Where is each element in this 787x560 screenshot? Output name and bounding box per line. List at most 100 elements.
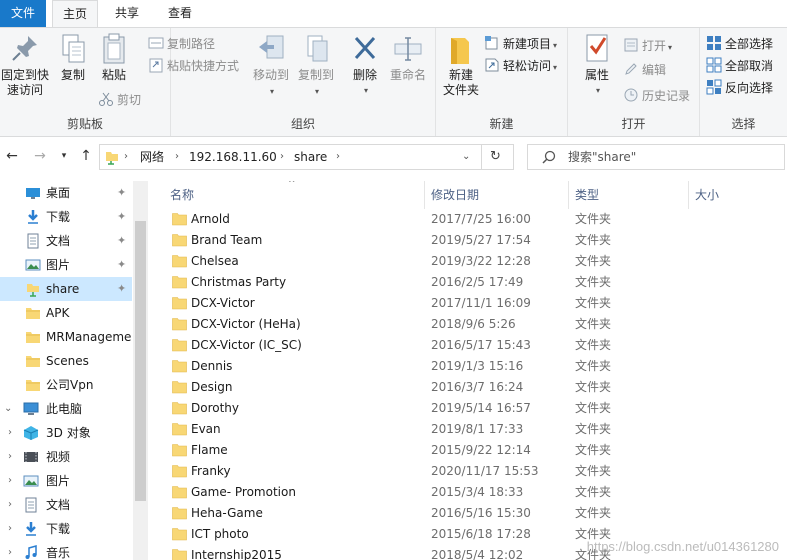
open-button[interactable]: 打开 ▾ xyxy=(623,36,672,56)
tab-view[interactable]: 查看 xyxy=(157,0,203,27)
ribbon-tab-bar: 文件 主页 共享 查看 xyxy=(0,0,787,28)
nav-item[interactable]: ⌄ 此电脑 xyxy=(0,397,132,421)
new-group-label: 新建 xyxy=(489,117,514,131)
address-bar[interactable]: › 网络 › 192.168.11.60 › share › ⌄ ↻ xyxy=(99,144,514,170)
breadcrumb-network[interactable]: 网络 xyxy=(140,145,164,169)
recent-locations-button[interactable]: ▾ xyxy=(54,146,74,166)
table-row[interactable]: Franky 2020/11/17 15:53 文件夹 xyxy=(152,461,787,482)
tree-collapsed-chevron-icon[interactable]: › xyxy=(8,517,12,541)
tree-expanded-chevron-icon[interactable]: ⌄ xyxy=(4,397,12,421)
copy-to-label: 复制到 xyxy=(297,68,334,82)
breadcrumb-host[interactable]: 192.168.11.60 xyxy=(189,145,277,169)
file-name: Dorothy xyxy=(191,401,240,415)
file-modified-date: 2016/5/17 15:43 xyxy=(431,338,531,352)
tree-collapsed-chevron-icon[interactable]: › xyxy=(8,493,12,517)
search-icon xyxy=(542,150,556,164)
tree-collapsed-chevron-icon[interactable]: › xyxy=(8,469,12,493)
nav-item[interactable]: 文档 ✦ xyxy=(0,229,132,253)
address-history-chevron-icon[interactable]: ⌄ xyxy=(462,145,470,169)
properties-button[interactable]: 属性 ▾ xyxy=(576,32,618,98)
nav-item[interactable]: share ✦ xyxy=(0,277,132,301)
cut-button[interactable]: 剪切 xyxy=(98,90,141,110)
edit-button[interactable]: 编辑 xyxy=(623,60,666,80)
nav-item[interactable]: 桌面 ✦ xyxy=(0,181,132,205)
rename-button[interactable]: 重命名 xyxy=(386,32,430,83)
scrollbar-thumb[interactable] xyxy=(135,221,146,501)
up-button[interactable]: ↑ xyxy=(76,146,96,166)
table-row[interactable]: Dennis 2019/1/3 15:16 文件夹 xyxy=(152,356,787,377)
nav-item[interactable]: › 图片 xyxy=(0,469,132,493)
column-header-type[interactable]: 类型 xyxy=(569,181,689,209)
nav-item[interactable]: APK xyxy=(0,301,132,325)
table-row[interactable]: Chelsea 2019/3/22 12:28 文件夹 xyxy=(152,251,787,272)
forward-button[interactable]: → xyxy=(30,146,50,166)
file-name: Flame xyxy=(191,443,228,457)
easy-access-button[interactable]: 轻松访问 ▾ xyxy=(484,56,557,76)
file-modified-date: 2019/1/3 15:16 xyxy=(431,359,524,373)
table-row[interactable]: Brand Team 2019/5/27 17:54 文件夹 xyxy=(152,230,787,251)
table-row[interactable]: DCX-Victor 2017/11/1 16:09 文件夹 xyxy=(152,293,787,314)
tree-collapsed-chevron-icon[interactable]: › xyxy=(8,541,12,560)
table-row[interactable]: Dorothy 2019/5/14 16:57 文件夹 xyxy=(152,398,787,419)
breadcrumb-share[interactable]: share xyxy=(294,145,327,169)
nav-item[interactable]: MRManageme xyxy=(0,325,132,349)
file-modified-date: 2015/3/4 18:33 xyxy=(431,485,524,499)
tab-home[interactable]: 主页 xyxy=(52,0,98,28)
select-all-button[interactable]: 全部选择 xyxy=(706,34,773,54)
column-header-name[interactable]: 名称 xyxy=(164,181,425,209)
nav-item[interactable]: › 文档 xyxy=(0,493,132,517)
table-row[interactable]: Design 2016/3/7 16:24 文件夹 xyxy=(152,377,787,398)
download-arrow-icon xyxy=(26,522,36,536)
back-button[interactable]: ← xyxy=(2,146,22,166)
table-row[interactable]: Game- Promotion 2015/3/4 18:33 文件夹 xyxy=(152,482,787,503)
nav-item[interactable]: › 下载 xyxy=(0,517,132,541)
tree-collapsed-chevron-icon[interactable]: › xyxy=(8,421,12,445)
invert-selection-button[interactable]: 反向选择 xyxy=(706,78,773,98)
file-modified-date: 2016/3/7 16:24 xyxy=(431,380,524,394)
desktop-icon xyxy=(26,188,40,199)
nav-item-label: share xyxy=(46,282,80,296)
new-item-button[interactable]: 新建项目 ▾ xyxy=(484,34,557,54)
navigation-pane-scrollbar[interactable] xyxy=(133,181,148,560)
column-header-date[interactable]: 修改日期 xyxy=(425,181,569,209)
table-row[interactable]: Arnold 2017/7/25 16:00 文件夹 xyxy=(152,209,787,230)
move-to-button[interactable]: 移动到 ▾ xyxy=(251,32,291,99)
column-header-size[interactable]: 大小 xyxy=(689,181,787,209)
tab-file[interactable]: 文件 xyxy=(0,0,46,27)
file-type: 文件夹 xyxy=(575,254,612,268)
delete-button[interactable]: 删除 ▾ xyxy=(348,32,382,98)
new-folder-button[interactable]: 新建 文件夹 xyxy=(440,32,482,98)
properties-label: 属性 xyxy=(584,68,609,82)
copy-button[interactable]: 复制 xyxy=(53,32,93,83)
tab-share[interactable]: 共享 xyxy=(104,0,150,27)
file-name: DCX-Victor (IC_SC) xyxy=(191,338,302,352)
copy-to-button[interactable]: 复制到 ▾ xyxy=(295,32,337,99)
file-name: Evan xyxy=(191,422,221,436)
table-row[interactable]: Christmas Party 2016/2/5 17:49 文件夹 xyxy=(152,272,787,293)
nav-item[interactable]: › 视频 xyxy=(0,445,132,469)
tree-collapsed-chevron-icon[interactable]: › xyxy=(8,445,12,469)
pin-to-quick-access-button[interactable]: 固定到快 速访问 xyxy=(0,32,50,98)
history-button[interactable]: 历史记录 xyxy=(623,86,690,106)
table-row[interactable]: DCX-Victor (HeHa) 2018/9/6 5:26 文件夹 xyxy=(152,314,787,335)
select-group: 全部选择 全部取消 反向选择 选择 xyxy=(700,28,787,136)
table-row[interactable]: Evan 2019/8/1 17:33 文件夹 xyxy=(152,419,787,440)
paste-shortcut-icon xyxy=(149,58,163,73)
table-row[interactable]: Flame 2015/9/22 12:14 文件夹 xyxy=(152,440,787,461)
pin-icon: ✦ xyxy=(117,282,127,295)
paste-button[interactable]: 粘贴 xyxy=(94,32,134,83)
nav-item[interactable]: › 音乐 xyxy=(0,541,132,560)
nav-item[interactable]: 下载 ✦ xyxy=(0,205,132,229)
table-row[interactable]: Heha-Game 2016/5/16 15:30 文件夹 xyxy=(152,503,787,524)
file-type: 文件夹 xyxy=(575,506,612,520)
nav-item[interactable]: 公司Vpn xyxy=(0,373,132,397)
nav-item[interactable]: 图片 ✦ xyxy=(0,253,132,277)
file-modified-date: 2019/3/22 12:28 xyxy=(431,254,531,268)
select-none-button[interactable]: 全部取消 xyxy=(706,56,773,76)
nav-item[interactable]: Scenes xyxy=(0,349,132,373)
nav-item[interactable]: › 3D 对象 xyxy=(0,421,132,445)
new-item-icon xyxy=(485,36,498,50)
table-row[interactable]: DCX-Victor (IC_SC) 2016/5/17 15:43 文件夹 xyxy=(152,335,787,356)
refresh-icon[interactable]: ↻ xyxy=(490,145,501,169)
search-box[interactable]: 搜索"share" xyxy=(527,144,785,170)
